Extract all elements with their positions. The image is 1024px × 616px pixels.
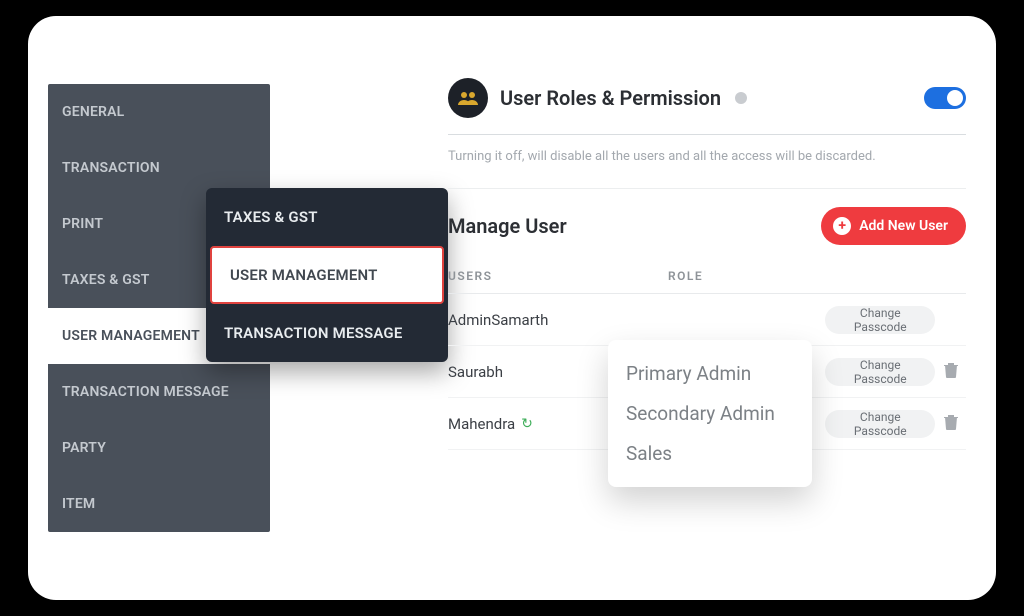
- add-user-label: Add New User: [859, 218, 948, 234]
- roles-popup: Primary Admin Secondary Admin Sales: [608, 340, 812, 487]
- sidebar-item-item[interactable]: ITEM: [48, 476, 270, 532]
- divider: [448, 188, 966, 189]
- manage-row: Manage User + Add New User: [448, 207, 966, 245]
- delete-icon[interactable]: [935, 414, 966, 434]
- header-note: Turning it off, will disable all the use…: [448, 149, 966, 164]
- table-row: AdminSamarth Change Passcode: [448, 294, 966, 346]
- sidebar-item-transaction-message[interactable]: TRANSACTION MESSAGE: [48, 364, 270, 420]
- user-name: Mahendra: [448, 415, 515, 433]
- manage-title: Manage User: [448, 214, 567, 238]
- divider: [448, 134, 966, 135]
- table-header: USERS ROLE: [448, 269, 966, 283]
- change-passcode-button[interactable]: Change Passcode: [825, 358, 935, 386]
- page-title: User Roles & Permission: [500, 86, 721, 110]
- user-name: AdminSamarth: [448, 311, 548, 329]
- col-header-users: USERS: [448, 269, 668, 283]
- users-icon: [448, 78, 488, 118]
- plus-icon: +: [833, 217, 851, 235]
- info-icon[interactable]: [735, 92, 747, 104]
- col-header-role: ROLE: [668, 269, 868, 283]
- enable-toggle[interactable]: [924, 87, 966, 109]
- subnav-item-user-management[interactable]: USER MANAGEMENT: [210, 246, 444, 304]
- sidebar-item-general[interactable]: GENERAL: [48, 84, 270, 140]
- subnav: TAXES & GST USER MANAGEMENT TRANSACTION …: [206, 188, 448, 362]
- subnav-item-transaction-message[interactable]: TRANSACTION MESSAGE: [206, 304, 448, 362]
- change-passcode-button[interactable]: Change Passcode: [825, 410, 935, 438]
- main-panel: User Roles & Permission Turning it off, …: [448, 78, 966, 570]
- role-option-secondary-admin[interactable]: Secondary Admin: [626, 394, 794, 434]
- subnav-item-taxes-gst[interactable]: TAXES & GST: [206, 188, 448, 246]
- sync-icon: ↻: [521, 416, 533, 432]
- sidebar-item-party[interactable]: PARTY: [48, 420, 270, 476]
- delete-icon[interactable]: [935, 362, 966, 382]
- change-passcode-button[interactable]: Change Passcode: [825, 306, 935, 334]
- role-option-primary-admin[interactable]: Primary Admin: [626, 354, 794, 394]
- user-name: Saurabh: [448, 363, 503, 381]
- header-row: User Roles & Permission: [448, 78, 966, 118]
- add-user-button[interactable]: + Add New User: [821, 207, 966, 245]
- app-card: GENERAL TRANSACTION PRINT TAXES & GST US…: [28, 16, 996, 600]
- role-option-sales[interactable]: Sales: [626, 434, 794, 474]
